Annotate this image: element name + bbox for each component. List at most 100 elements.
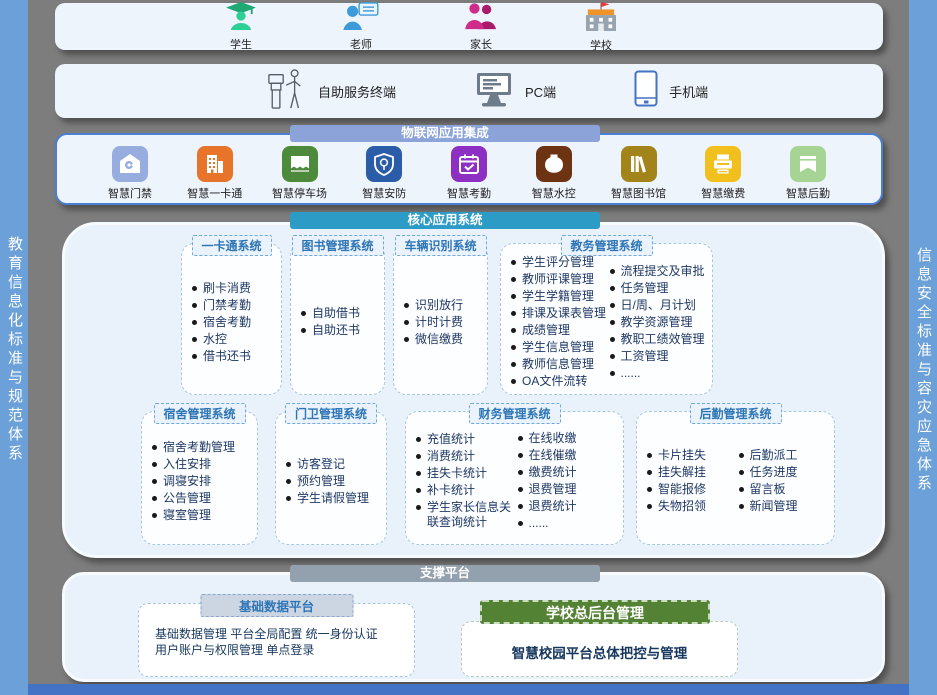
list-item-label: 卡片挂失: [658, 448, 706, 463]
iot-logistics: 智慧后勤: [769, 146, 847, 201]
teacher-icon: [342, 2, 380, 35]
iot-label: 智慧停车场: [272, 185, 327, 201]
parents-icon: [464, 2, 498, 35]
bullet-icon: [416, 437, 421, 442]
list-item-label: 调寝安排: [163, 474, 211, 489]
bullet-icon: [511, 260, 516, 265]
system-box-dormitory: 宿舍管理系统 宿舍考勤管理入住安排调寝安排公告管理寝室管理: [141, 411, 258, 545]
list-item-label: 访客登记: [297, 457, 345, 472]
list-item-label: 后勤派工: [750, 448, 798, 463]
list-item-label: 退费统计: [529, 499, 577, 514]
list-item-label: 任务管理: [621, 281, 669, 296]
system-box-gate-guard: 门卫管理系统 访客登记预约管理学生请假管理: [275, 411, 387, 545]
list-item-label: 消费统计: [427, 449, 475, 464]
bullet-icon: [404, 337, 409, 342]
system-box-educational-affairs: 教务管理系统 学生评分管理教师评课管理学生学籍管理排课及课表管理成绩管理学生信息…: [500, 243, 713, 395]
list-item-label: OA文件流转: [522, 374, 587, 389]
list-item: 学生学籍管理: [511, 289, 610, 304]
list-item: 卡片挂失: [647, 448, 739, 463]
one-card-icon: [197, 146, 233, 182]
feature-list: 识别放行计时计费微信缴费: [404, 297, 483, 348]
list-item-label: 微信缴费: [415, 332, 463, 347]
bullet-icon: [416, 488, 421, 493]
support-platform-panel: 基础数据平台 基础数据管理 平台全局配置 统一身份认证 用户账户与权限管理 单点…: [62, 572, 885, 682]
bullet-icon: [610, 337, 615, 342]
terminals-panel: 自助服务终端 PC端: [55, 64, 883, 118]
list-item: 充值统计: [416, 432, 518, 447]
list-item: 在线收缴: [518, 431, 620, 446]
system-box-title: 一卡通系统: [191, 235, 271, 256]
base-data-platform-title: 基础数据平台: [200, 594, 353, 617]
bullet-icon: [192, 286, 197, 291]
list-item-label: 自助还书: [312, 323, 360, 338]
role-label: 学校: [590, 37, 612, 53]
smart-campus-architecture-diagram: 教育信息化标准与规范体系 信息安全标准与容灾应急体系 学生: [0, 0, 937, 695]
system-box-title: 宿舍管理系统: [153, 403, 245, 424]
list-item: 微信缴费: [404, 332, 483, 347]
system-box-one-card: 一卡通系统 刷卡消费门禁考勤宿舍考勤水控借书还书: [181, 243, 282, 395]
bullet-icon: [739, 453, 744, 458]
iot-label: 智慧安防: [362, 185, 406, 201]
list-item-label: 学生信息管理: [522, 340, 594, 355]
list-item: 流程提交及审批: [610, 264, 709, 279]
list-item-label: 教职工绩效管理: [621, 332, 705, 347]
list-item: 水控: [192, 332, 277, 347]
parking-icon: [282, 146, 318, 182]
bullet-icon: [152, 496, 157, 501]
feature-list: 宿舍考勤管理入住安排调寝安排公告管理寝室管理: [152, 439, 253, 524]
list-item-label: 在线催缴: [529, 448, 577, 463]
bullet-icon: [647, 453, 652, 458]
system-box-title: 财务管理系统: [468, 403, 560, 424]
list-item: 退费管理: [518, 482, 620, 497]
system-box-title: 门卫管理系统: [285, 403, 377, 424]
list-item-label: 宿舍考勤: [203, 315, 251, 330]
feature-list: 自助借书自助还书: [301, 305, 380, 339]
system-box-title: 后勤管理系统: [689, 403, 781, 424]
feature-list: 学生评分管理教师评课管理学生学籍管理排课及课表管理成绩管理学生信息管理教师信息管…: [511, 254, 610, 390]
feature-list: 访客登记预约管理学生请假管理: [286, 456, 382, 507]
books-icon: [621, 146, 657, 182]
phone-icon: [634, 70, 658, 112]
role-label: 学生: [230, 36, 252, 52]
bullet-icon: [610, 371, 615, 376]
list-item-label: 教师信息管理: [522, 357, 594, 372]
logistics-box-icon: [790, 146, 826, 182]
left-standards-label: 教育信息化标准与规范体系: [0, 205, 28, 495]
list-item-label: 门禁考勤: [203, 298, 251, 313]
bullet-icon: [511, 328, 516, 333]
terminal-label: 手机端: [669, 82, 708, 101]
water-jar-icon: [536, 146, 572, 182]
bullet-icon: [511, 379, 516, 384]
list-item-label: 教师评课管理: [522, 272, 594, 287]
system-box-logistics: 后勤管理系统 卡片挂失挂失解挂智能报修失物招领 后勤派工任务进度留言板新闻管理: [636, 411, 835, 545]
bullet-icon: [152, 479, 157, 484]
list-item: 任务管理: [610, 281, 709, 296]
bullet-icon: [152, 513, 157, 518]
bullet-icon: [518, 487, 523, 492]
list-item: 计时计费: [404, 315, 483, 330]
iot-section-ribbon: 物联网应用集成: [290, 125, 600, 142]
list-item: 宿舍考勤管理: [152, 440, 253, 455]
kiosk-icon: [267, 67, 307, 116]
list-item: 挂失卡统计: [416, 466, 518, 481]
list-item: 宿舍考勤: [192, 315, 277, 330]
iot-parking: 智慧停车场: [261, 146, 339, 201]
list-item: 在线催缴: [518, 448, 620, 463]
terminal-label: 自助服务终端: [318, 82, 396, 101]
list-item-label: 刷卡消费: [203, 281, 251, 296]
bullet-icon: [739, 470, 744, 475]
shield-icon: [366, 146, 402, 182]
bullet-icon: [518, 504, 523, 509]
list-item: 门禁考勤: [192, 298, 277, 313]
bullet-icon: [192, 337, 197, 342]
list-item: 学生评分管理: [511, 255, 610, 270]
list-item-label: 学生家长信息关联查询统计: [427, 500, 518, 530]
bullet-icon: [286, 496, 291, 501]
list-item-label: 退费管理: [529, 482, 577, 497]
bullet-icon: [511, 294, 516, 299]
list-item-label: 在线收缴: [529, 431, 577, 446]
system-box-vehicle-recognition: 车辆识别系统 识别放行计时计费微信缴费: [393, 243, 488, 395]
bullet-icon: [152, 462, 157, 467]
list-item: 留言板: [739, 482, 831, 497]
list-item-label: 充值统计: [427, 432, 475, 447]
